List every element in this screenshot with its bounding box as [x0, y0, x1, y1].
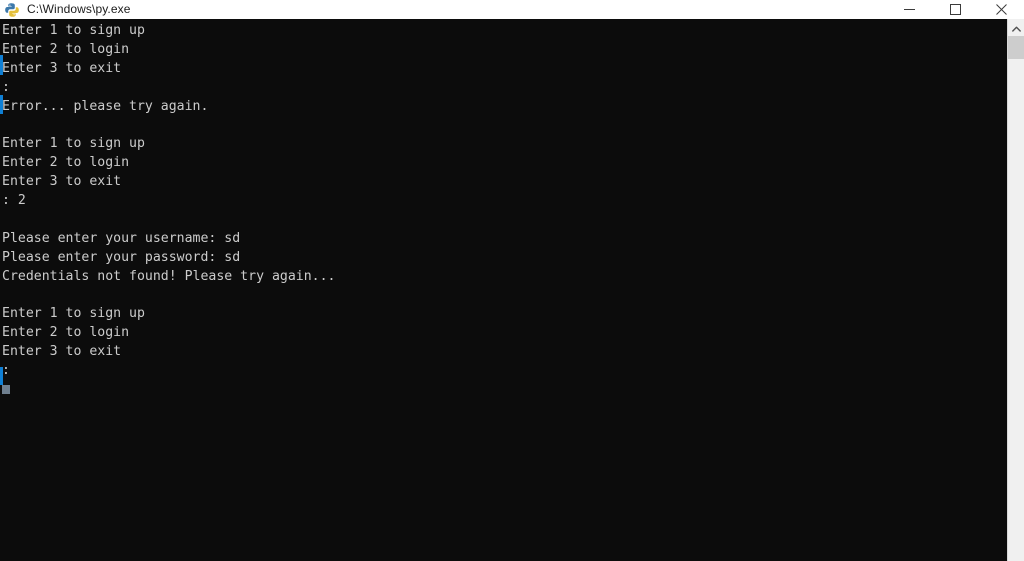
console-line: Please enter your username: sd [2, 230, 241, 246]
window-controls [886, 0, 1024, 19]
console-line: : [2, 363, 10, 379]
console-line: : [2, 79, 10, 95]
scroll-up-button[interactable] [1008, 19, 1024, 36]
console-line: Enter 1 to sign up [2, 136, 145, 152]
console-text: Enter 1 to sign up Enter 2 to login Enter … [2, 22, 335, 400]
console-line: Enter 2 to login [2, 325, 130, 341]
vertical-scrollbar[interactable] [1007, 19, 1024, 561]
console-line: Enter 1 to sign up [2, 23, 145, 38]
chevron-up-icon [1011, 19, 1021, 37]
console-line: Enter 2 to login [2, 41, 130, 57]
console-line: Enter 3 to exit [2, 344, 122, 360]
console-line: Credentials not found! Please try again.… [2, 268, 336, 284]
console-output-area[interactable]: Enter 1 to sign up Enter 2 to login Enter … [0, 19, 1024, 561]
titlebar-left: C:\Windows\py.exe [0, 0, 886, 19]
window-title: C:\Windows\py.exe [27, 2, 131, 16]
text-cursor [2, 385, 10, 394]
python-icon [4, 2, 20, 18]
minimize-button[interactable] [886, 0, 932, 19]
console-line: Enter 3 to exit [2, 174, 122, 190]
titlebar[interactable]: C:\Windows\py.exe [0, 0, 1024, 19]
console-line: Enter 1 to sign up [2, 306, 145, 322]
console-line: Please enter your password: sd [2, 249, 241, 265]
console-line: : 2 [2, 193, 26, 209]
close-button[interactable] [978, 0, 1024, 19]
maximize-button[interactable] [932, 0, 978, 19]
console-line: Error... please try again. [2, 98, 209, 114]
console-line: Enter 2 to login [2, 155, 130, 171]
console-line: Enter 3 to exit [2, 60, 122, 76]
scrollbar-track[interactable] [1008, 59, 1024, 561]
scrollbar-thumb[interactable] [1008, 36, 1024, 59]
console-window: C:\Windows\py.exe Enter 1 to sign up Ent… [0, 0, 1024, 561]
